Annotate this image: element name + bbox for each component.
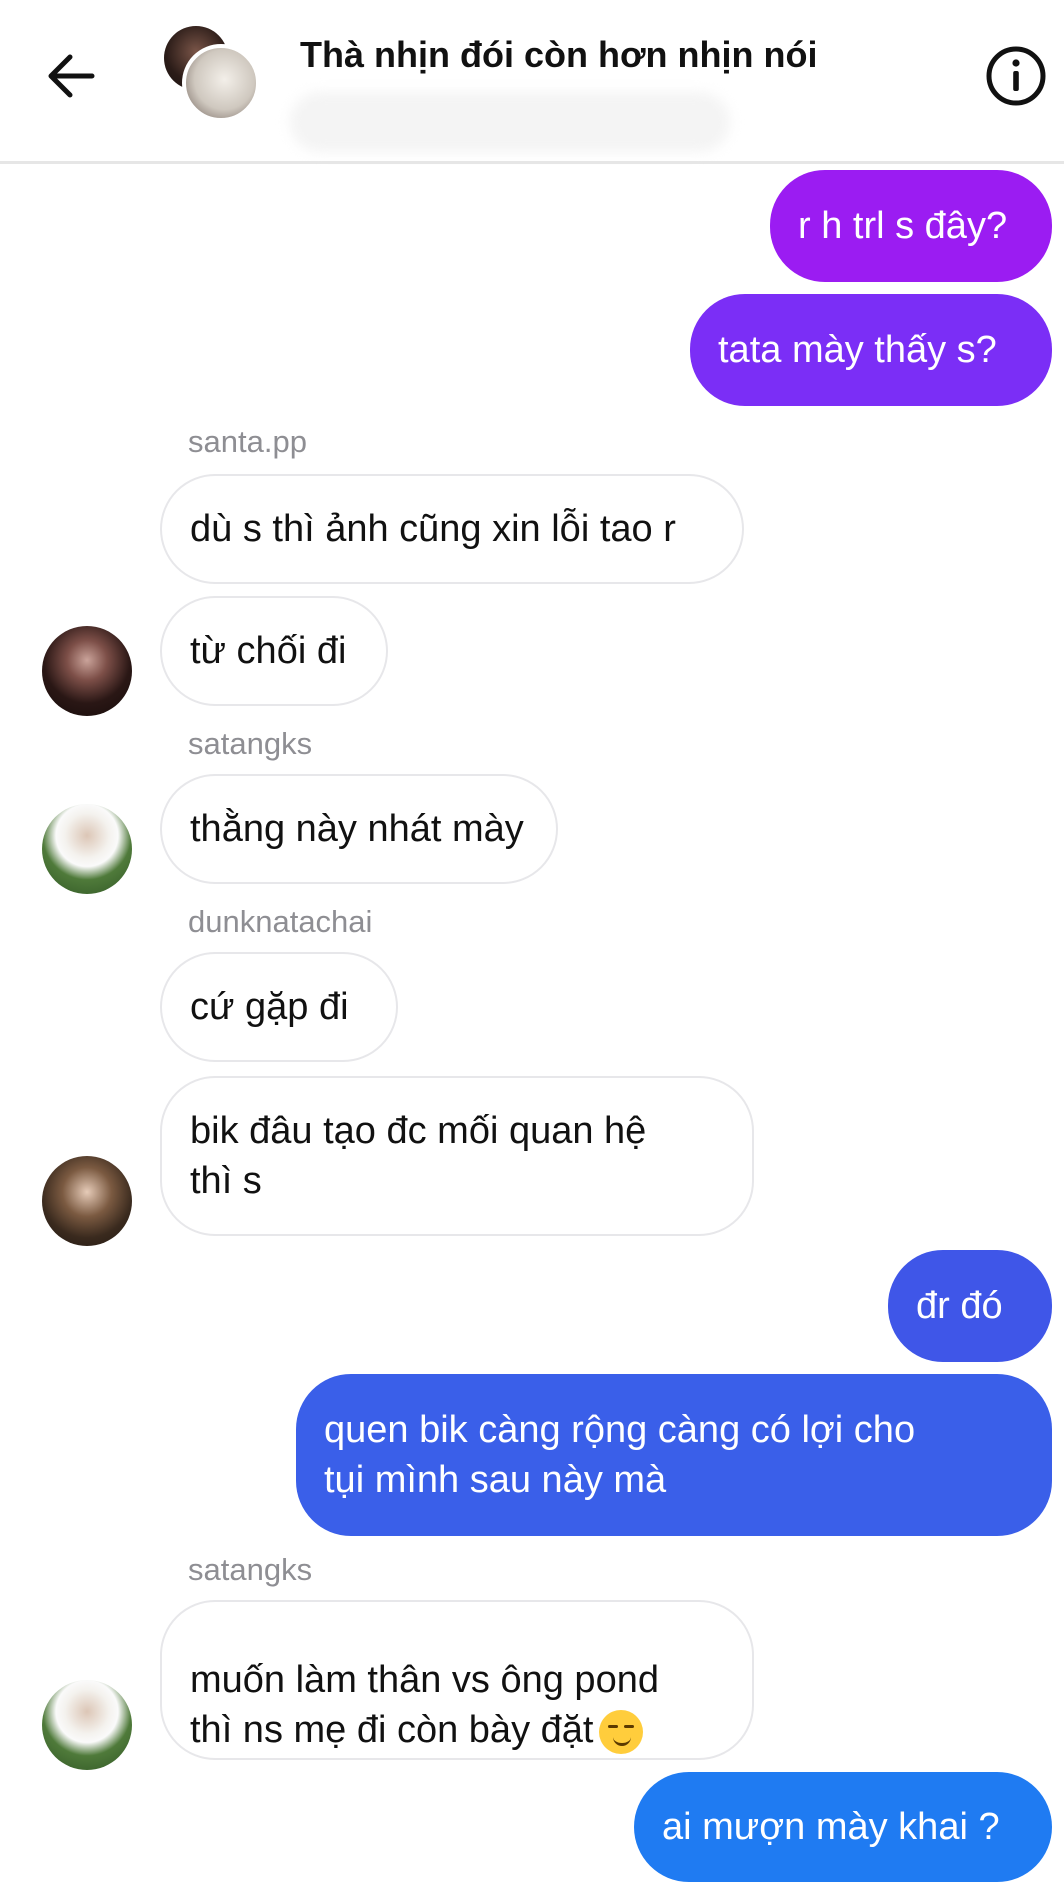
back-button[interactable]: [40, 44, 104, 108]
message-text: bik đâu tạo đc mối quan hệ thì s: [190, 1110, 647, 1202]
message-text: ai mượn mày khai ?: [662, 1806, 1000, 1848]
smirking-face-emoji: [599, 1709, 644, 1754]
sender-name: satangks: [188, 1552, 313, 1587]
message-text: cứ gặp đi: [190, 986, 349, 1028]
sender-name: satangks: [188, 726, 313, 761]
message-text: từ chối đi: [190, 630, 347, 672]
message-bubble-incoming[interactable]: dù s thì ảnh cũng xin lỗi tao r: [160, 474, 744, 584]
avatar[interactable]: [42, 1156, 132, 1246]
message-bubble-outgoing[interactable]: đr đó: [888, 1250, 1052, 1362]
message-text: tata mày thấy s?: [718, 329, 997, 371]
message-bubble-incoming[interactable]: thằng này nhát mày: [160, 774, 558, 884]
chat-title[interactable]: Thà nhịn đói còn hơn nhịn nói: [300, 34, 818, 76]
message-text: r h trl s đây?: [798, 205, 1008, 247]
arrow-left-icon: [48, 54, 95, 98]
message-text: đr đó: [916, 1285, 1003, 1327]
message-bubble-outgoing[interactable]: r h trl s đây?: [770, 170, 1052, 282]
info-icon: [986, 46, 1046, 106]
avatar[interactable]: [42, 804, 132, 894]
avatar[interactable]: [42, 1680, 132, 1770]
message-bubble-incoming[interactable]: muốn làm thân vs ông pond thì ns mẹ đi c…: [160, 1600, 754, 1760]
message-bubble-incoming[interactable]: cứ gặp đi: [160, 952, 398, 1062]
message-bubble-outgoing[interactable]: quen bik càng rộng càng có lợi cho tụi m…: [296, 1374, 1052, 1536]
message-text: muốn làm thân vs ông pond thì ns mẹ đi c…: [190, 1659, 659, 1751]
chat-header: Thà nhịn đói còn hơn nhịn nói: [0, 0, 1064, 164]
message-text: thằng này nhát mày: [190, 808, 524, 850]
sender-name: dunknatachai: [188, 904, 373, 939]
group-avatar[interactable]: [164, 26, 260, 122]
info-button[interactable]: [984, 44, 1048, 108]
message-bubble-outgoing[interactable]: tata mày thấy s?: [690, 294, 1052, 406]
message-bubble-incoming[interactable]: bik đâu tạo đc mối quan hệ thì s: [160, 1076, 754, 1236]
sender-name: santa.pp: [188, 424, 307, 459]
message-text: dù s thì ảnh cũng xin lỗi tao r: [190, 508, 676, 550]
avatar: [182, 44, 260, 122]
message-text: quen bik càng rộng càng có lợi cho tụi m…: [324, 1409, 916, 1501]
message-bubble-outgoing[interactable]: ai mượn mày khai ?: [634, 1772, 1052, 1882]
blurred-subtitle: [290, 92, 730, 152]
message-bubble-incoming[interactable]: từ chối đi: [160, 596, 388, 706]
avatar[interactable]: [42, 626, 132, 716]
